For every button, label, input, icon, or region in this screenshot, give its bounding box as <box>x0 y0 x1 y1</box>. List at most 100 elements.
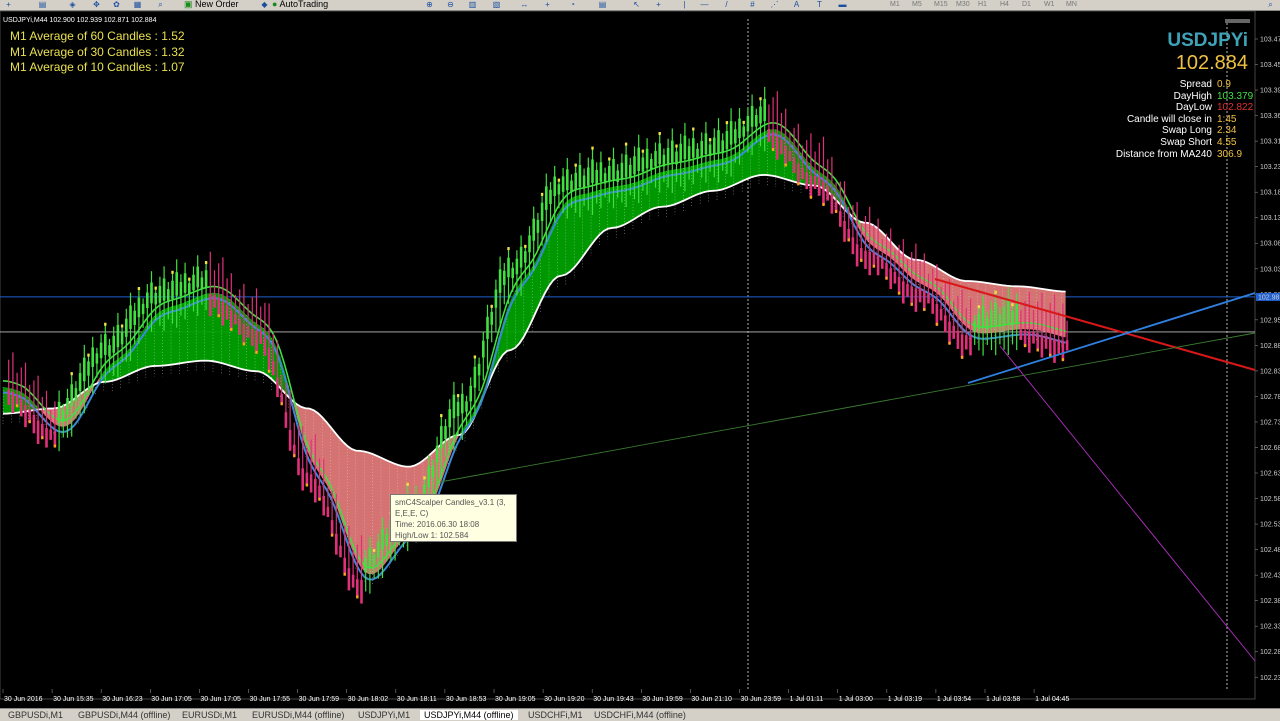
average-10: M1 Average of 10 Candles : 1.07 <box>10 60 185 74</box>
toolbar-tool-icon[interactable]: ◆ <box>260 1 269 9</box>
candle-tip <box>658 132 661 136</box>
chart-tab[interactable]: USDCHFi,M1 <box>524 710 587 720</box>
toolbar-tool-icon[interactable]: ↔ <box>520 1 529 9</box>
new-order-button[interactable]: ▣ New Order <box>184 0 239 10</box>
candle-body <box>494 289 498 308</box>
toolbar-tool-icon[interactable]: + <box>654 1 663 9</box>
price-tick-label: 102.43 <box>1260 573 1280 580</box>
toolbar-tool-icon[interactable]: + <box>543 1 552 9</box>
toolbar-tool-icon[interactable]: ⌕ <box>156 1 165 9</box>
price-tick-label: 103.08 <box>1260 241 1280 248</box>
candle-body <box>805 172 808 190</box>
candle-body <box>729 121 733 145</box>
candle-body <box>910 286 913 305</box>
candle-tail <box>53 444 57 448</box>
toolbar-tool-icon[interactable]: A <box>792 1 801 9</box>
candle-body <box>116 324 120 348</box>
toolbar-tool-icon[interactable]: ▦ <box>133 1 142 9</box>
chart-canvas[interactable]: 103.47 103.45 103.39 103.36 103.31 103.23 103.… <box>0 11 1280 708</box>
toolbar-tool-icon[interactable]: ✥ <box>92 1 101 9</box>
price-tick-label: 103.36 <box>1260 113 1280 120</box>
timeframe-w1[interactable]: W1 <box>1044 0 1055 10</box>
candle-body <box>381 528 384 550</box>
toolbar-tool-icon[interactable]: ⊕ <box>425 1 434 9</box>
toolbar-tool-icon[interactable]: ▧ <box>492 1 501 9</box>
candle-tip <box>70 372 73 376</box>
candle-body <box>1015 303 1018 324</box>
toolbar-tool-icon[interactable]: + <box>4 1 13 9</box>
candle-tip <box>372 548 376 552</box>
auto-trading-button[interactable]: ● AutoTrading <box>272 0 328 10</box>
toolbar-tool-icon[interactable]: ◔ <box>568 1 577 9</box>
toolbar-tool-icon[interactable]: — <box>700 1 709 9</box>
candle-body <box>608 165 611 182</box>
candle-body <box>906 283 909 297</box>
chart-tab[interactable]: USDJPYi,M44 (offline) <box>420 710 518 720</box>
candle-body <box>969 335 972 356</box>
toolbar-tool-icon[interactable]: ⊖ <box>446 1 455 9</box>
timeframe-m15[interactable]: M15 <box>934 0 948 10</box>
timeframe-m5[interactable]: M5 <box>912 0 922 10</box>
tooltip-line-3: Time: 2016.06.30 18:08 <box>395 520 480 529</box>
candle-body <box>251 328 254 346</box>
timeframe-h4[interactable]: H4 <box>1000 0 1009 10</box>
toolbar-tool-icon[interactable]: ↖ <box>632 1 641 9</box>
toolbar-tool-icon[interactable]: ⋰ <box>770 1 779 9</box>
candle-body <box>536 219 540 233</box>
toolbar-tool-icon[interactable]: | <box>680 1 689 9</box>
candle-body <box>687 146 691 161</box>
candle-body <box>255 330 258 353</box>
candle-body <box>780 140 783 155</box>
price-tick-label: 102.23 <box>1260 675 1280 682</box>
toolbar-tool-icon[interactable]: ▬ <box>838 1 847 9</box>
candle-body <box>746 115 750 132</box>
toolbar-tool-icon[interactable]: ▤ <box>38 1 47 9</box>
chart-tab[interactable]: EURUSDi,M1 <box>178 710 241 720</box>
chart-tab[interactable]: USDCHFi,M44 (offline) <box>590 710 690 720</box>
toolbar-tool-icon[interactable]: ◈ <box>68 1 77 9</box>
candle-body <box>872 252 876 267</box>
candle-body <box>486 316 489 340</box>
candle-tip <box>759 97 762 101</box>
price-tick-label: 102.78 <box>1260 394 1280 401</box>
toolbar-tool-icon[interactable]: ✿ <box>112 1 121 9</box>
new-order-icon: ▣ <box>184 0 196 9</box>
toolbar-tool-icon[interactable]: T <box>815 1 824 9</box>
candle-body <box>734 129 737 144</box>
toolbar-tool-icon[interactable]: # <box>748 1 757 9</box>
chart-tab[interactable]: GBPUSDi,M44 (offline) <box>74 710 174 720</box>
candle-body <box>944 315 947 333</box>
candle-tip <box>507 247 510 251</box>
candle-body <box>431 465 435 478</box>
candle-body <box>788 150 792 162</box>
timeframe-m30[interactable]: M30 <box>956 0 970 10</box>
candle-body <box>851 237 855 255</box>
chart-tab[interactable]: USDJPYi,M1 <box>354 710 414 720</box>
candle-tip <box>154 286 157 290</box>
timeframe-mn[interactable]: MN <box>1066 0 1077 10</box>
info-label: Spread <box>1179 79 1212 90</box>
candle-body <box>368 547 372 568</box>
trendline-green <box>439 332 1256 483</box>
candle-tooltip: smC4Scalper Candles_v3.1 (3, E,E,E, C) T… <box>390 494 517 542</box>
price-tick-label: 102.88 <box>1260 343 1280 350</box>
candle-body <box>587 167 590 186</box>
candle-body <box>595 170 598 185</box>
candle-tail <box>293 454 296 458</box>
candle-tip <box>1011 303 1014 307</box>
chart-tab[interactable]: EURUSDi,M44 (offline) <box>248 710 348 720</box>
toolbar-tool-icon[interactable]: / <box>722 1 731 9</box>
toolbar-tool-icon[interactable]: ▤ <box>598 1 607 9</box>
info-label: Swap Long <box>1161 125 1212 137</box>
candle-tail <box>960 355 964 359</box>
timeframe-h1[interactable]: H1 <box>978 0 987 10</box>
candle-body <box>671 140 674 163</box>
price-chart[interactable]: 103.47 103.45 103.39 103.36 103.31 103.23 103.… <box>0 11 1280 708</box>
info-value: 1:45 <box>1217 113 1237 125</box>
timeframe-m1[interactable]: M1 <box>890 0 900 10</box>
timeframe-d1[interactable]: D1 <box>1022 0 1031 10</box>
search-icon[interactable]: ⌕ <box>1266 1 1275 9</box>
candle-body <box>297 458 300 476</box>
chart-tab[interactable]: GBPUSDi,M1 <box>4 710 67 720</box>
toolbar-tool-icon[interactable]: ▥ <box>468 1 477 9</box>
